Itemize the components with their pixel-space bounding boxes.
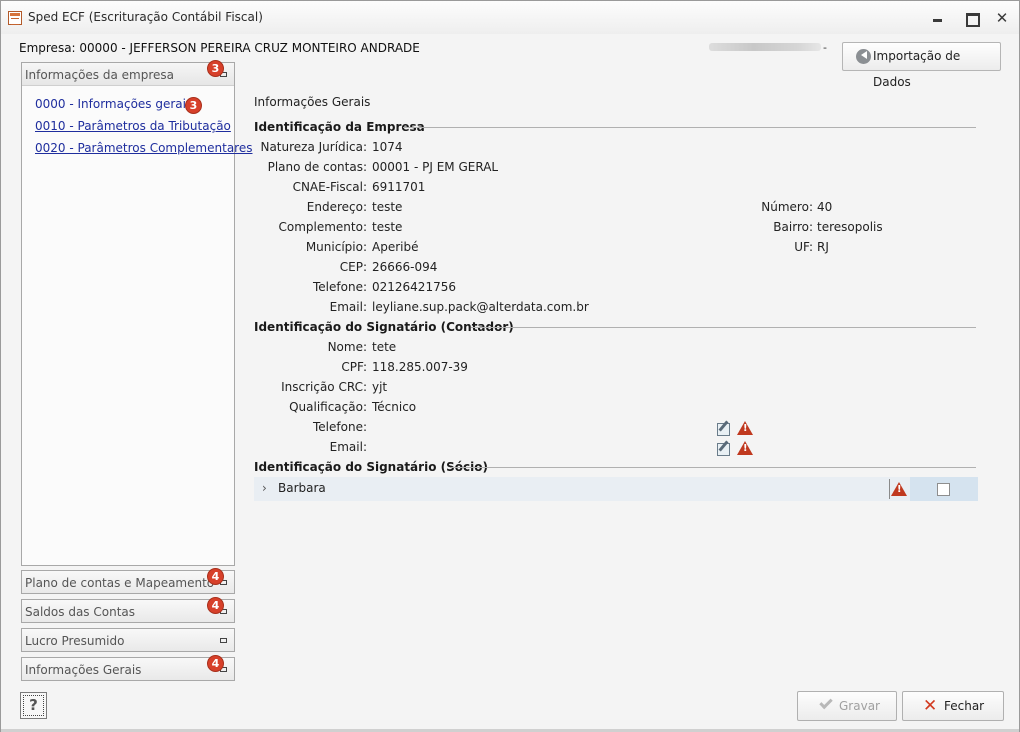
panel-plano-de-contas-label: Plano de contas e Mapeamento bbox=[25, 576, 215, 590]
informacoes-gerais-panel-badge: 4 bbox=[207, 655, 224, 672]
import-data-label: Importação de Dados bbox=[873, 49, 961, 89]
natureza-value: 1074 bbox=[372, 140, 403, 154]
section-empresa-heading: Identificação da Empresa bbox=[254, 120, 425, 134]
check-icon bbox=[819, 695, 833, 710]
uf-value: RJ bbox=[817, 240, 829, 254]
user-info-suffix: - bbox=[823, 41, 827, 54]
complemento-value: teste bbox=[372, 220, 403, 234]
contador-qualificacao-value: Técnico bbox=[372, 400, 417, 414]
complemento-label: Complemento: bbox=[278, 220, 367, 234]
company-label: Empresa: 00000 - JEFFERSON PEREIRA CRUZ … bbox=[19, 41, 420, 55]
warning-socio-icon bbox=[891, 482, 908, 497]
section-divider bbox=[451, 467, 976, 468]
close-button-label: Fechar bbox=[944, 698, 985, 713]
maximize-icon[interactable] bbox=[963, 10, 980, 27]
sidebar-item-informacoes-gerais[interactable]: 0000 - Informações gerais bbox=[35, 97, 192, 111]
panel-lucro-presumido[interactable]: Lucro Presumido bbox=[21, 628, 235, 652]
company-info-badge: 3 bbox=[207, 60, 224, 77]
empresa-telefone-value: 02126421756 bbox=[372, 280, 456, 294]
contador-nome-value: tete bbox=[372, 340, 397, 354]
uf-label: UF: bbox=[794, 240, 813, 254]
endereco-label: Endereço: bbox=[306, 200, 367, 214]
save-button-label: Gravar bbox=[839, 698, 880, 713]
cep-value: 26666-094 bbox=[372, 260, 438, 274]
expand-chevron-icon[interactable]: › bbox=[262, 481, 267, 495]
contador-cpf-value: 118.285.007-39 bbox=[372, 360, 468, 374]
panel-saldos-das-contas-label: Saldos das Contas bbox=[25, 605, 136, 619]
company-info-panel: Informações da empresa 0000 - Informaçõe… bbox=[21, 62, 252, 566]
cnae-label: CNAE-Fiscal: bbox=[292, 180, 367, 194]
socio-check-cell bbox=[910, 477, 978, 501]
column-separator bbox=[889, 479, 890, 499]
municipio-label: Município: bbox=[305, 240, 367, 254]
panel-informacoes-gerais[interactable]: Informações Gerais bbox=[21, 657, 235, 681]
section-divider bbox=[403, 127, 976, 128]
contador-cpf-label: CPF: bbox=[341, 360, 367, 374]
informacoes-gerais-badge: 3 bbox=[185, 97, 202, 114]
panel-informacoes-gerais-label: Informações Gerais bbox=[25, 663, 142, 677]
numero-label: Número: bbox=[761, 200, 813, 214]
socio-name: Barbara bbox=[278, 481, 326, 495]
bairro-value: teresopolis bbox=[817, 220, 883, 234]
sidebar-item-parametros-tributacao[interactable]: 0010 - Parâmetros da Tributação bbox=[35, 119, 231, 133]
spreadsheet-icon bbox=[8, 11, 22, 25]
socio-checkbox[interactable] bbox=[937, 483, 950, 496]
company-info-panel-header[interactable]: Informações da empresa bbox=[22, 63, 234, 86]
plano-value: 00001 - PJ EM GERAL bbox=[372, 160, 499, 174]
municipio-value: Aperibé bbox=[372, 240, 419, 254]
contador-crc-value: yjt bbox=[372, 380, 388, 394]
endereco-value: teste bbox=[372, 200, 403, 214]
page-title: Informações Gerais bbox=[254, 95, 371, 109]
panel-plano-de-contas[interactable]: Plano de contas e Mapeamento bbox=[21, 570, 235, 594]
help-button[interactable]: ? bbox=[20, 692, 47, 719]
bairro-label: Bairro: bbox=[773, 220, 813, 234]
panel-lucro-presumido-label: Lucro Presumido bbox=[25, 634, 125, 648]
panel-toggle-icon[interactable] bbox=[220, 638, 227, 643]
minimize-icon[interactable] bbox=[929, 10, 945, 26]
saldos-das-contas-badge: 4 bbox=[207, 597, 224, 614]
warning-telefone-icon bbox=[737, 421, 754, 436]
user-info-redacted bbox=[709, 43, 821, 51]
close-x-icon: ✕ bbox=[923, 696, 938, 716]
natureza-label: Natureza Jurídica: bbox=[260, 140, 367, 154]
window-title: Sped ECF (Escrituração Contábil Fiscal) bbox=[28, 10, 263, 24]
contador-nome-label: Nome: bbox=[327, 340, 367, 354]
company-info-panel-label: Informações da empresa bbox=[25, 68, 174, 82]
title-bar: Sped ECF (Escrituração Contábil Fiscal) … bbox=[1, 1, 1019, 34]
socio-row[interactable]: › Barbara bbox=[254, 477, 978, 501]
contador-qualificacao-label: Qualificação: bbox=[289, 400, 367, 414]
plano-de-contas-badge: 4 bbox=[207, 568, 224, 585]
plano-label: Plano de contas: bbox=[267, 160, 367, 174]
edit-email-icon[interactable] bbox=[716, 440, 732, 456]
empresa-email-label: Email: bbox=[329, 300, 367, 314]
edit-telefone-icon[interactable] bbox=[716, 420, 732, 436]
contador-email-label: Email: bbox=[329, 440, 367, 454]
section-divider bbox=[471, 327, 976, 328]
save-button[interactable]: Gravar bbox=[797, 691, 897, 721]
close-button[interactable]: ✕ Fechar bbox=[902, 691, 1004, 721]
panel-saldos-das-contas[interactable]: Saldos das Contas bbox=[21, 599, 235, 623]
empresa-telefone-label: Telefone: bbox=[313, 280, 367, 294]
numero-value: 40 bbox=[817, 200, 833, 214]
cnae-value: 6911701 bbox=[372, 180, 426, 194]
contador-telefone-label: Telefone: bbox=[313, 420, 367, 434]
warning-email-icon bbox=[737, 441, 754, 456]
import-data-button[interactable]: Importação de Dados bbox=[842, 42, 1001, 89]
close-icon[interactable]: ✕ bbox=[994, 10, 1010, 26]
cep-label: CEP: bbox=[339, 260, 367, 274]
import-arrow-icon bbox=[856, 49, 871, 64]
main-window: Sped ECF (Escrituração Contábil Fiscal) … bbox=[0, 0, 1020, 732]
empresa-email-value: leyliane.sup.pack@alterdata.com.br bbox=[372, 300, 589, 314]
contador-crc-label: Inscrição CRC: bbox=[281, 380, 367, 394]
